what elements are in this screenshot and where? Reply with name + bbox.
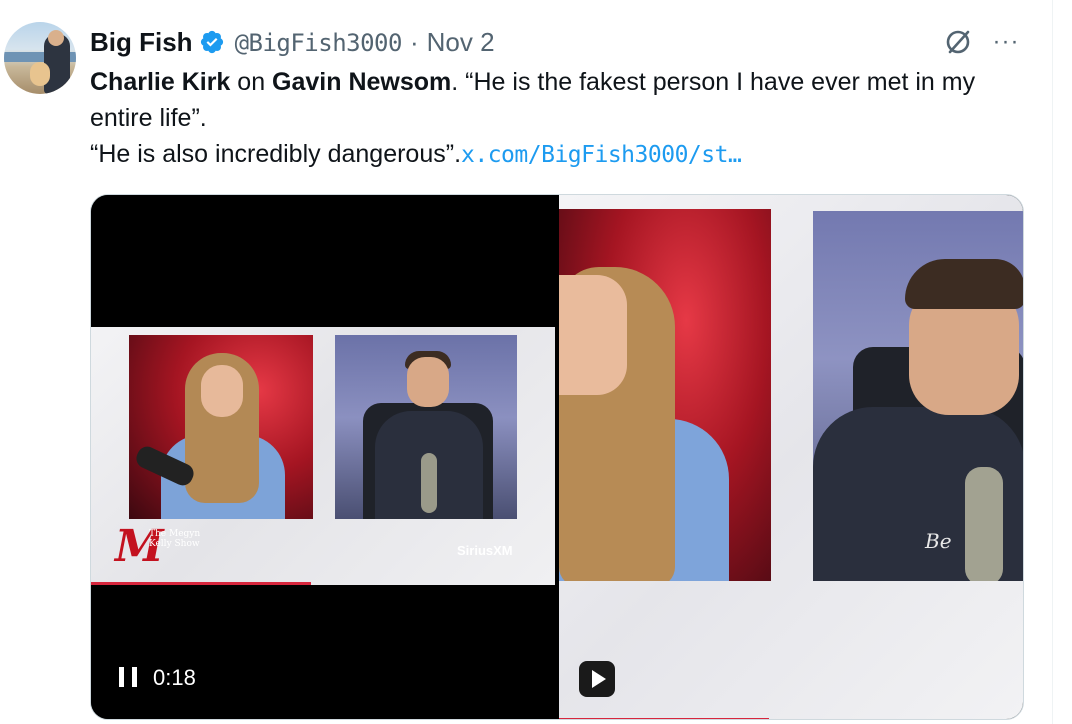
video-player-left[interactable]: M The Megyn Kelly Show SiriusXM 0:18 xyxy=(91,195,555,719)
guest-panel xyxy=(335,335,517,519)
progress-accent-line xyxy=(559,718,769,719)
separator-dot: · xyxy=(409,26,419,57)
tweet-text: Charlie Kirk on Gavin Newsom. “He is the… xyxy=(90,64,1030,173)
video-player-right[interactable]: Be xyxy=(559,195,1023,719)
host-panel xyxy=(129,335,313,519)
avatar-head xyxy=(48,30,64,46)
mention-charlie-kirk: Charlie Kirk xyxy=(90,68,231,96)
mention-gavin-newsom: Gavin Newsom xyxy=(272,68,452,96)
host-face xyxy=(201,365,243,417)
text-quote-2: “He is also incredibly dangerous”. xyxy=(90,140,462,168)
guest-closeup-panel: Be xyxy=(813,211,1023,581)
guest-closeup-hair xyxy=(905,259,1023,309)
shirt-text: Be xyxy=(925,529,952,553)
avatar-dog xyxy=(30,62,50,86)
video-frame: M The Megyn Kelly Show SiriusXM xyxy=(91,327,555,585)
verified-badge-icon[interactable] xyxy=(199,29,225,55)
playback-controls: 0:18 xyxy=(119,663,196,693)
handle-text: @BigFish3000 xyxy=(234,28,403,57)
guest-closeup-microphone xyxy=(965,467,1003,581)
network-logo: SiriusXM xyxy=(457,543,513,558)
grok-icon[interactable] xyxy=(942,26,974,58)
host-closeup-face xyxy=(559,275,627,395)
tweet-header: Big Fish @BigFish3000 · Nov 2 xyxy=(90,24,495,60)
media-container: M The Megyn Kelly Show SiriusXM 0:18 Be xyxy=(90,194,1024,720)
more-icon[interactable]: ··· xyxy=(990,30,1022,54)
tweet-link[interactable]: x.com/BigFish3000/st… xyxy=(461,140,742,168)
play-icon[interactable] xyxy=(579,661,615,697)
host-closeup-panel xyxy=(559,209,771,581)
display-name[interactable]: Big Fish xyxy=(90,27,193,58)
show-logo: M The Megyn Kelly Show xyxy=(115,523,225,575)
show-logo-text: The Megyn Kelly Show xyxy=(149,529,201,549)
guest-face xyxy=(407,357,449,407)
tweet-date[interactable]: Nov 2 xyxy=(427,27,495,58)
guest-microphone xyxy=(421,453,437,513)
handle[interactable]: @BigFish3000 xyxy=(234,27,403,58)
frame-accent-line xyxy=(91,582,311,585)
text-connector: on xyxy=(230,68,273,96)
tweet-link-text: x.com/BigFish3000/st… xyxy=(461,142,742,168)
avatar[interactable] xyxy=(4,22,76,94)
elapsed-time: 0:18 xyxy=(153,665,196,690)
pause-icon[interactable] xyxy=(119,667,137,689)
right-divider xyxy=(1052,0,1053,724)
